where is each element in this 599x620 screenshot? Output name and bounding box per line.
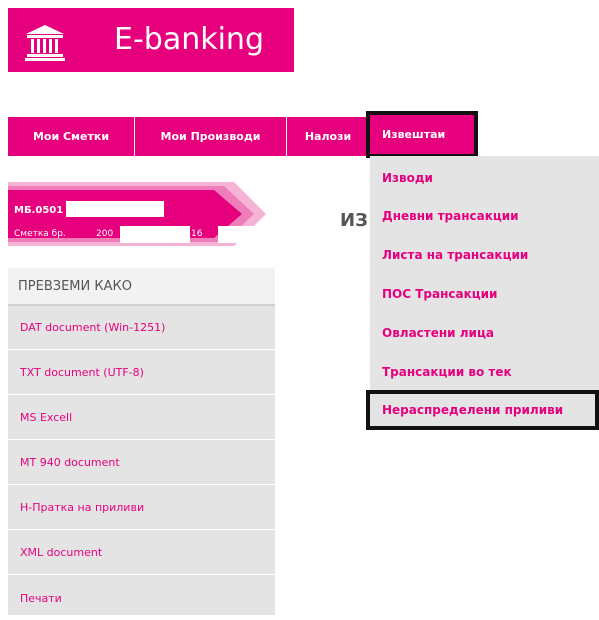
redaction-box	[120, 226, 190, 243]
menu-item-transaction-list[interactable]: Листа на трансакции	[382, 248, 528, 262]
download-title: ПРЕВЗЕМИ КАКО	[8, 268, 275, 306]
account-number-suffix: 16	[191, 229, 203, 239]
download-option-xml[interactable]: XML document	[8, 531, 275, 575]
logo-banner[interactable]: E-banking	[8, 8, 294, 72]
download-option-mt940[interactable]: MT 940 document	[8, 441, 275, 485]
menu-item-unallocated-inflows[interactable]: Нераспределени приливи	[366, 390, 599, 430]
brand-name: E-banking	[114, 22, 264, 57]
download-option-excel[interactable]: MS Excell	[8, 396, 275, 440]
reports-dropdown: Изводи Дневни трансакции Листа на транса…	[366, 156, 599, 430]
download-option-inflow-batch[interactable]: Н-Пратка на приливи	[8, 486, 275, 530]
menu-item-daily-transactions[interactable]: Дневни трансакции	[382, 209, 519, 223]
tab-orders[interactable]: Налози	[287, 117, 369, 156]
redaction-box	[66, 201, 164, 217]
menu-item-pos-transactions[interactable]: ПОС Трансакции	[382, 287, 497, 301]
menu-item-pending-transactions[interactable]: Трансакции во тек	[382, 365, 512, 379]
download-option-print[interactable]: Печати	[8, 576, 275, 620]
download-option-txt[interactable]: TXT document (UTF-8)	[8, 351, 275, 395]
tab-reports[interactable]: Извештаи	[366, 111, 478, 158]
download-panel: ПРЕВЗЕМИ КАКО DAT document (Win-1251) TX…	[8, 268, 275, 615]
tab-my-accounts[interactable]: Мои Сметки	[8, 117, 135, 156]
menu-item-authorized-persons[interactable]: Овластени лица	[382, 326, 494, 340]
page-title: ИЗ	[340, 210, 368, 231]
menu-item-statements[interactable]: Изводи	[382, 171, 433, 185]
account-number-prefix: 200	[96, 229, 114, 239]
bank-building-icon	[25, 25, 65, 61]
download-option-dat[interactable]: DAT document (Win-1251)	[8, 306, 275, 350]
main-nav: Мои Сметки Мои Производи Налози	[8, 117, 370, 156]
account-number-label: Сметка бр.	[14, 229, 66, 239]
redaction-box	[218, 226, 256, 243]
tab-my-products[interactable]: Мои Производи	[135, 117, 287, 156]
account-code: МБ.0501	[14, 205, 64, 216]
